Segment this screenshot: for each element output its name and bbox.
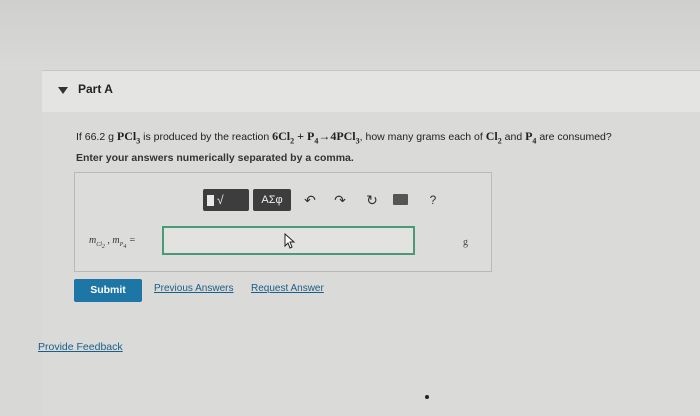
submit-button[interactable]: Submit [74, 279, 142, 302]
reaction-part3: →4PCl [318, 129, 356, 143]
undo-icon[interactable]: ↶ [303, 189, 317, 211]
equals-sign: = [126, 235, 136, 246]
mouse-cursor-icon [284, 233, 296, 249]
part-header[interactable]: Part A [42, 70, 700, 114]
species1: Cl2 [485, 129, 502, 145]
top-band [0, 0, 700, 70]
question-text: If 66.2 g PCl3 is produced by the reacti… [76, 129, 612, 145]
previous-answers-link[interactable]: Previous Answers [154, 283, 233, 294]
sqrt-icon: √ [217, 193, 224, 207]
question-suffix2: are consumed? [536, 131, 612, 143]
species1-formula: Cl [485, 129, 498, 143]
part-title: Part A [78, 82, 113, 96]
provide-feedback-link[interactable]: Provide Feedback [38, 341, 123, 353]
answer-unit: g [463, 237, 468, 248]
help-icon[interactable]: ? [427, 189, 439, 211]
keyboard-icon[interactable] [393, 194, 408, 205]
instruction-text: Enter your answers numerically separated… [76, 152, 354, 164]
reaction-equation: 6Cl2 + P4→4PCl3 [272, 129, 360, 145]
answer-box: √ ΑΣφ ↶ ↷ ↻ ? mCl2 , mP4 = g [74, 172, 492, 272]
request-answer-link[interactable]: Request Answer [251, 283, 324, 294]
reset-icon[interactable]: ↻ [364, 189, 380, 211]
compound-formula: PCl [116, 129, 137, 143]
collapse-caret-icon[interactable] [58, 87, 68, 94]
question-suffix1: , how many grams each of [359, 131, 486, 143]
reaction-part2: + P [294, 129, 315, 143]
var1-sub: Cl2 [96, 242, 105, 250]
answer-input[interactable] [162, 226, 415, 255]
templates-button[interactable]: √ [203, 189, 249, 211]
question-and: and [501, 131, 526, 143]
question-prefix: If 66.2 g [76, 131, 117, 143]
template-box-icon [207, 195, 214, 206]
reaction-part1: 6Cl [272, 129, 291, 143]
compound: PCl3 [116, 129, 140, 145]
var2: m [112, 235, 120, 246]
question-mid: is produced by the reaction [140, 131, 273, 143]
screen-dot [425, 395, 429, 399]
answer-variable-label: mCl2 , mP4 = [89, 235, 136, 250]
greek-symbols-button[interactable]: ΑΣφ [253, 189, 291, 211]
redo-icon[interactable]: ↷ [333, 189, 347, 211]
problem-content: If 66.2 g PCl3 is produced by the reacti… [42, 112, 700, 416]
species2: P4 [525, 129, 536, 145]
